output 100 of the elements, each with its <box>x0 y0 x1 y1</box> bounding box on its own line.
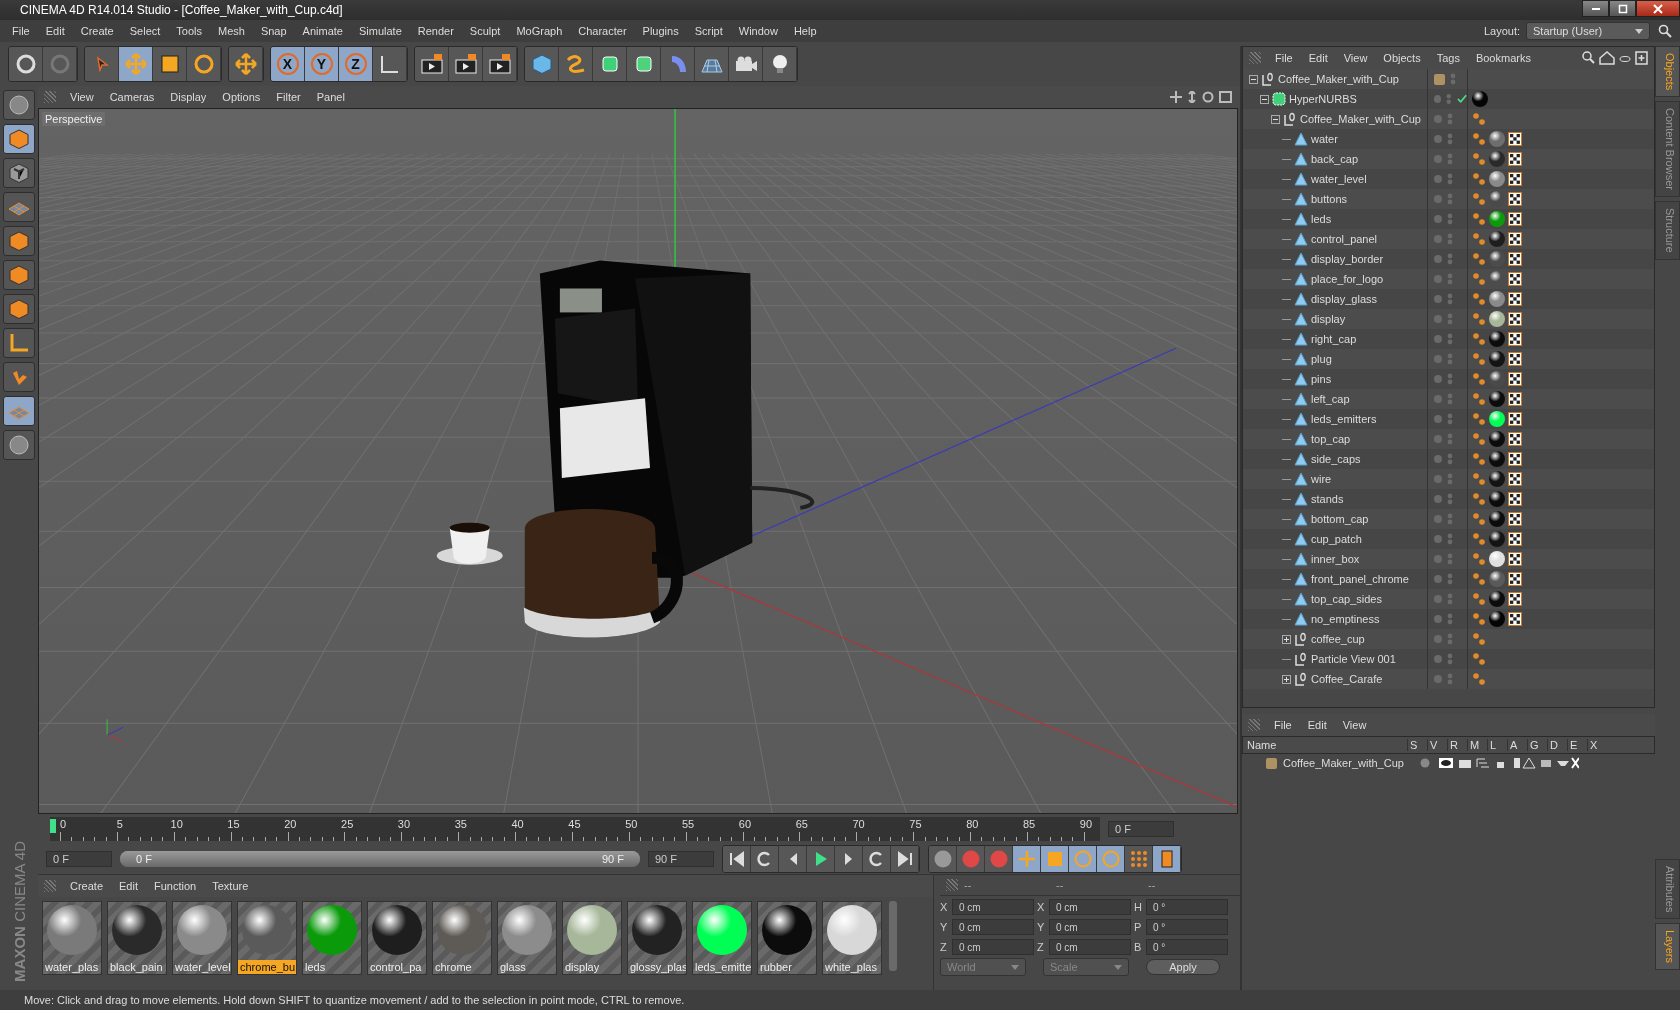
panel-grip-icon[interactable] <box>1248 719 1260 731</box>
layer-swatch[interactable] <box>1434 73 1445 85</box>
object-name[interactable]: inner_box <box>1311 553 1360 565</box>
visibility-dot[interactable] <box>1434 395 1442 403</box>
object-menu-item[interactable]: Objects <box>1375 52 1429 64</box>
object-name[interactable]: pins <box>1311 373 1332 385</box>
object-name[interactable]: back_cap <box>1311 153 1359 165</box>
texture-tag-icon[interactable] <box>1508 272 1522 286</box>
layer-name[interactable]: Coffee_Maker_with_Cup <box>1283 757 1413 769</box>
phong-tag-icon[interactable] <box>1472 532 1486 546</box>
material-tag[interactable] <box>1489 531 1505 547</box>
phong-tag-icon[interactable] <box>1472 312 1486 326</box>
panel-grip-icon[interactable] <box>946 879 958 891</box>
phong-tag-icon[interactable] <box>1472 652 1486 666</box>
material-tag[interactable] <box>1489 131 1505 147</box>
layer-swatch[interactable] <box>1266 757 1277 769</box>
grid-mode-button[interactable] <box>3 192 35 222</box>
visibility-dot[interactable] <box>1434 535 1442 543</box>
texture-tag-icon[interactable] <box>1508 432 1522 446</box>
column-header[interactable]: E <box>1567 739 1587 751</box>
material-tag[interactable] <box>1489 571 1505 587</box>
material-tag[interactable] <box>1489 331 1505 347</box>
expand-toggle[interactable] <box>1249 74 1258 84</box>
visibility-dot[interactable] <box>1434 595 1442 603</box>
coordinate-field[interactable]: 0 cm <box>952 939 1034 955</box>
layer-menu-item[interactable]: View <box>1334 719 1375 731</box>
maximize-button[interactable] <box>1609 0 1636 17</box>
move-tool-button[interactable] <box>119 47 153 81</box>
material-thumbnail[interactable]: chrome_bu <box>237 901 297 975</box>
texture-tag-icon[interactable] <box>1508 512 1522 526</box>
visibility-dot[interactable] <box>1434 495 1442 503</box>
visibility-dot[interactable] <box>1434 375 1442 383</box>
panel-grip-icon[interactable] <box>44 91 56 103</box>
cube-mode-button[interactable] <box>3 124 35 154</box>
phong-tag-icon[interactable] <box>1472 392 1486 406</box>
material-thumbnail[interactable]: water_plas <box>42 901 102 975</box>
undo-tool-button[interactable] <box>9 47 43 81</box>
axis-mode-button[interactable] <box>3 328 35 358</box>
object-menu-item[interactable]: Edit <box>1300 52 1336 64</box>
visibility-dot[interactable] <box>1434 675 1442 683</box>
object-menu-item[interactable]: View <box>1335 52 1376 64</box>
phong-tag-icon[interactable] <box>1472 672 1486 686</box>
menu-item[interactable]: Window <box>730 25 786 37</box>
texture-tag-icon[interactable] <box>1508 612 1522 626</box>
texture-tag-icon[interactable] <box>1508 572 1522 586</box>
visibility-dot[interactable] <box>1434 155 1442 163</box>
coordinate-field[interactable]: 0 cm <box>1049 939 1131 955</box>
object-manager-tools-icon[interactable] <box>1582 51 1649 65</box>
menu-item[interactable]: Script <box>686 25 731 37</box>
texture-tag-icon[interactable] <box>1508 552 1522 566</box>
object-name[interactable]: Coffee_Maker_with_Cup <box>1300 113 1421 125</box>
texture-tag-icon[interactable] <box>1508 172 1522 186</box>
side-tab[interactable]: Structure <box>1655 201 1680 260</box>
first-playback-button[interactable] <box>723 846 751 872</box>
texture-tag-icon[interactable] <box>1508 352 1522 366</box>
material-tag[interactable] <box>1472 91 1488 107</box>
texture-tag-icon[interactable] <box>1508 232 1522 246</box>
scrollbar[interactable] <box>889 901 897 971</box>
object-name[interactable]: HyperNURBS <box>1289 93 1357 105</box>
texture-tag-icon[interactable] <box>1508 412 1522 426</box>
menu-item[interactable]: Character <box>570 25 635 37</box>
visibility-dot[interactable] <box>1434 315 1442 323</box>
phong-tag-icon[interactable] <box>1472 112 1486 126</box>
axis-tool-button[interactable]: Y <box>305 47 339 81</box>
material-thumbnail[interactable]: water_level <box>172 901 232 975</box>
visibility-dot[interactable] <box>1434 235 1442 243</box>
move-key-button[interactable] <box>1013 846 1041 872</box>
menu-item[interactable]: Mesh <box>210 25 253 37</box>
object-name[interactable]: leds_emitters <box>1311 413 1377 425</box>
material-tag[interactable] <box>1489 351 1505 367</box>
layout-dropdown[interactable]: Startup (User) <box>1526 22 1650 40</box>
material-thumbnail[interactable]: rubber <box>757 901 817 975</box>
search-icon[interactable] <box>1658 24 1672 38</box>
material-thumbnail[interactable]: white_plas <box>822 901 882 975</box>
visibility-dot[interactable] <box>1434 355 1442 363</box>
current-frame-field[interactable]: 0 F <box>1108 821 1174 837</box>
menu-item[interactable]: Help <box>785 25 825 37</box>
material-thumbnail[interactable]: leds_emitte <box>692 901 752 975</box>
menu-item[interactable]: Render <box>409 25 462 37</box>
side-tab[interactable]: Objects <box>1655 46 1680 98</box>
cube-mode-button[interactable] <box>3 226 35 256</box>
phong-tag-icon[interactable] <box>1472 512 1486 526</box>
visibility-dot[interactable] <box>1434 575 1442 583</box>
visibility-dot[interactable] <box>1434 435 1442 443</box>
layer-menu-item[interactable]: Edit <box>1299 719 1335 731</box>
apply-button[interactable]: Apply <box>1146 959 1220 975</box>
axis-tool-button[interactable]: X <box>271 47 305 81</box>
object-name[interactable]: water_level <box>1311 173 1367 185</box>
texture-tag-icon[interactable] <box>1508 372 1522 386</box>
rotate-key-button[interactable] <box>1069 846 1097 872</box>
cube-tool-button[interactable] <box>525 47 559 81</box>
phong-tag-icon[interactable] <box>1472 272 1486 286</box>
visibility-dot[interactable] <box>1434 275 1442 283</box>
coordinate-field[interactable]: 0 ° <box>1146 899 1228 915</box>
material-tag[interactable] <box>1489 171 1505 187</box>
texture-tag-icon[interactable] <box>1508 332 1522 346</box>
object-name[interactable]: display_glass <box>1311 293 1378 305</box>
object-name[interactable]: top_cap <box>1311 433 1351 445</box>
visibility-dot[interactable] <box>1434 655 1442 663</box>
end-frame-field[interactable]: 90 F <box>648 851 714 867</box>
